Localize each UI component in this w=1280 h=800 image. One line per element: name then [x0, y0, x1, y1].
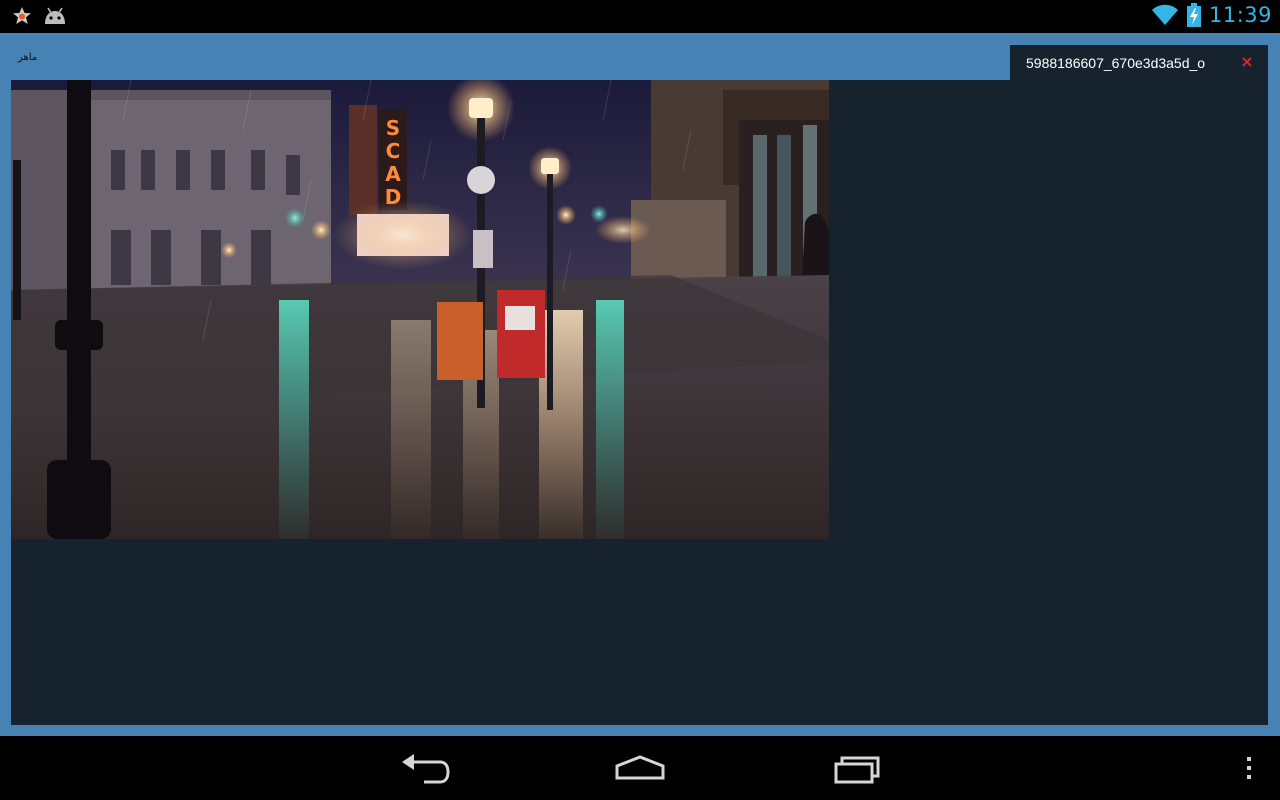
battery-charging-icon — [1186, 3, 1201, 27]
home-button[interactable] — [610, 750, 670, 786]
recents-icon — [834, 756, 880, 784]
svg-text:C: C — [386, 139, 401, 163]
overflow-menu-button[interactable] — [1242, 754, 1256, 784]
status-bar: 11:39 — [0, 0, 1280, 33]
recents-button[interactable] — [828, 750, 888, 786]
tab-image-file[interactable]: 5988186607_670e3d3a5d_o × — [1010, 45, 1268, 80]
close-icon[interactable]: × — [1240, 53, 1254, 71]
app-logo-icon[interactable]: ماهر — [18, 52, 38, 68]
android-icon[interactable] — [42, 6, 68, 26]
svg-text:S: S — [386, 116, 400, 140]
more-vert-icon — [1247, 757, 1251, 779]
svg-text:A: A — [385, 162, 401, 186]
rainy-night-street-photo: S C A D — [11, 80, 829, 539]
system-status-area: 11:39 — [1151, 3, 1272, 27]
tab-label: 5988186607_670e3d3a5d_o — [1026, 54, 1206, 71]
app-logo-text: ماهر — [18, 52, 38, 63]
clock: 11:39 — [1208, 3, 1272, 27]
wifi-icon — [1151, 4, 1178, 25]
notification-area — [12, 6, 68, 26]
star-icon[interactable] — [12, 6, 32, 26]
image-panel: S C A D — [11, 80, 1268, 725]
image-viewer-window: ماهر 5988186607_670e3d3a5d_o × S C A D — [0, 33, 1280, 736]
photo-image[interactable]: S C A D — [11, 80, 829, 539]
back-button[interactable] — [396, 750, 456, 786]
back-icon — [402, 754, 450, 784]
home-icon — [615, 755, 665, 780]
navigation-bar — [0, 736, 1280, 800]
